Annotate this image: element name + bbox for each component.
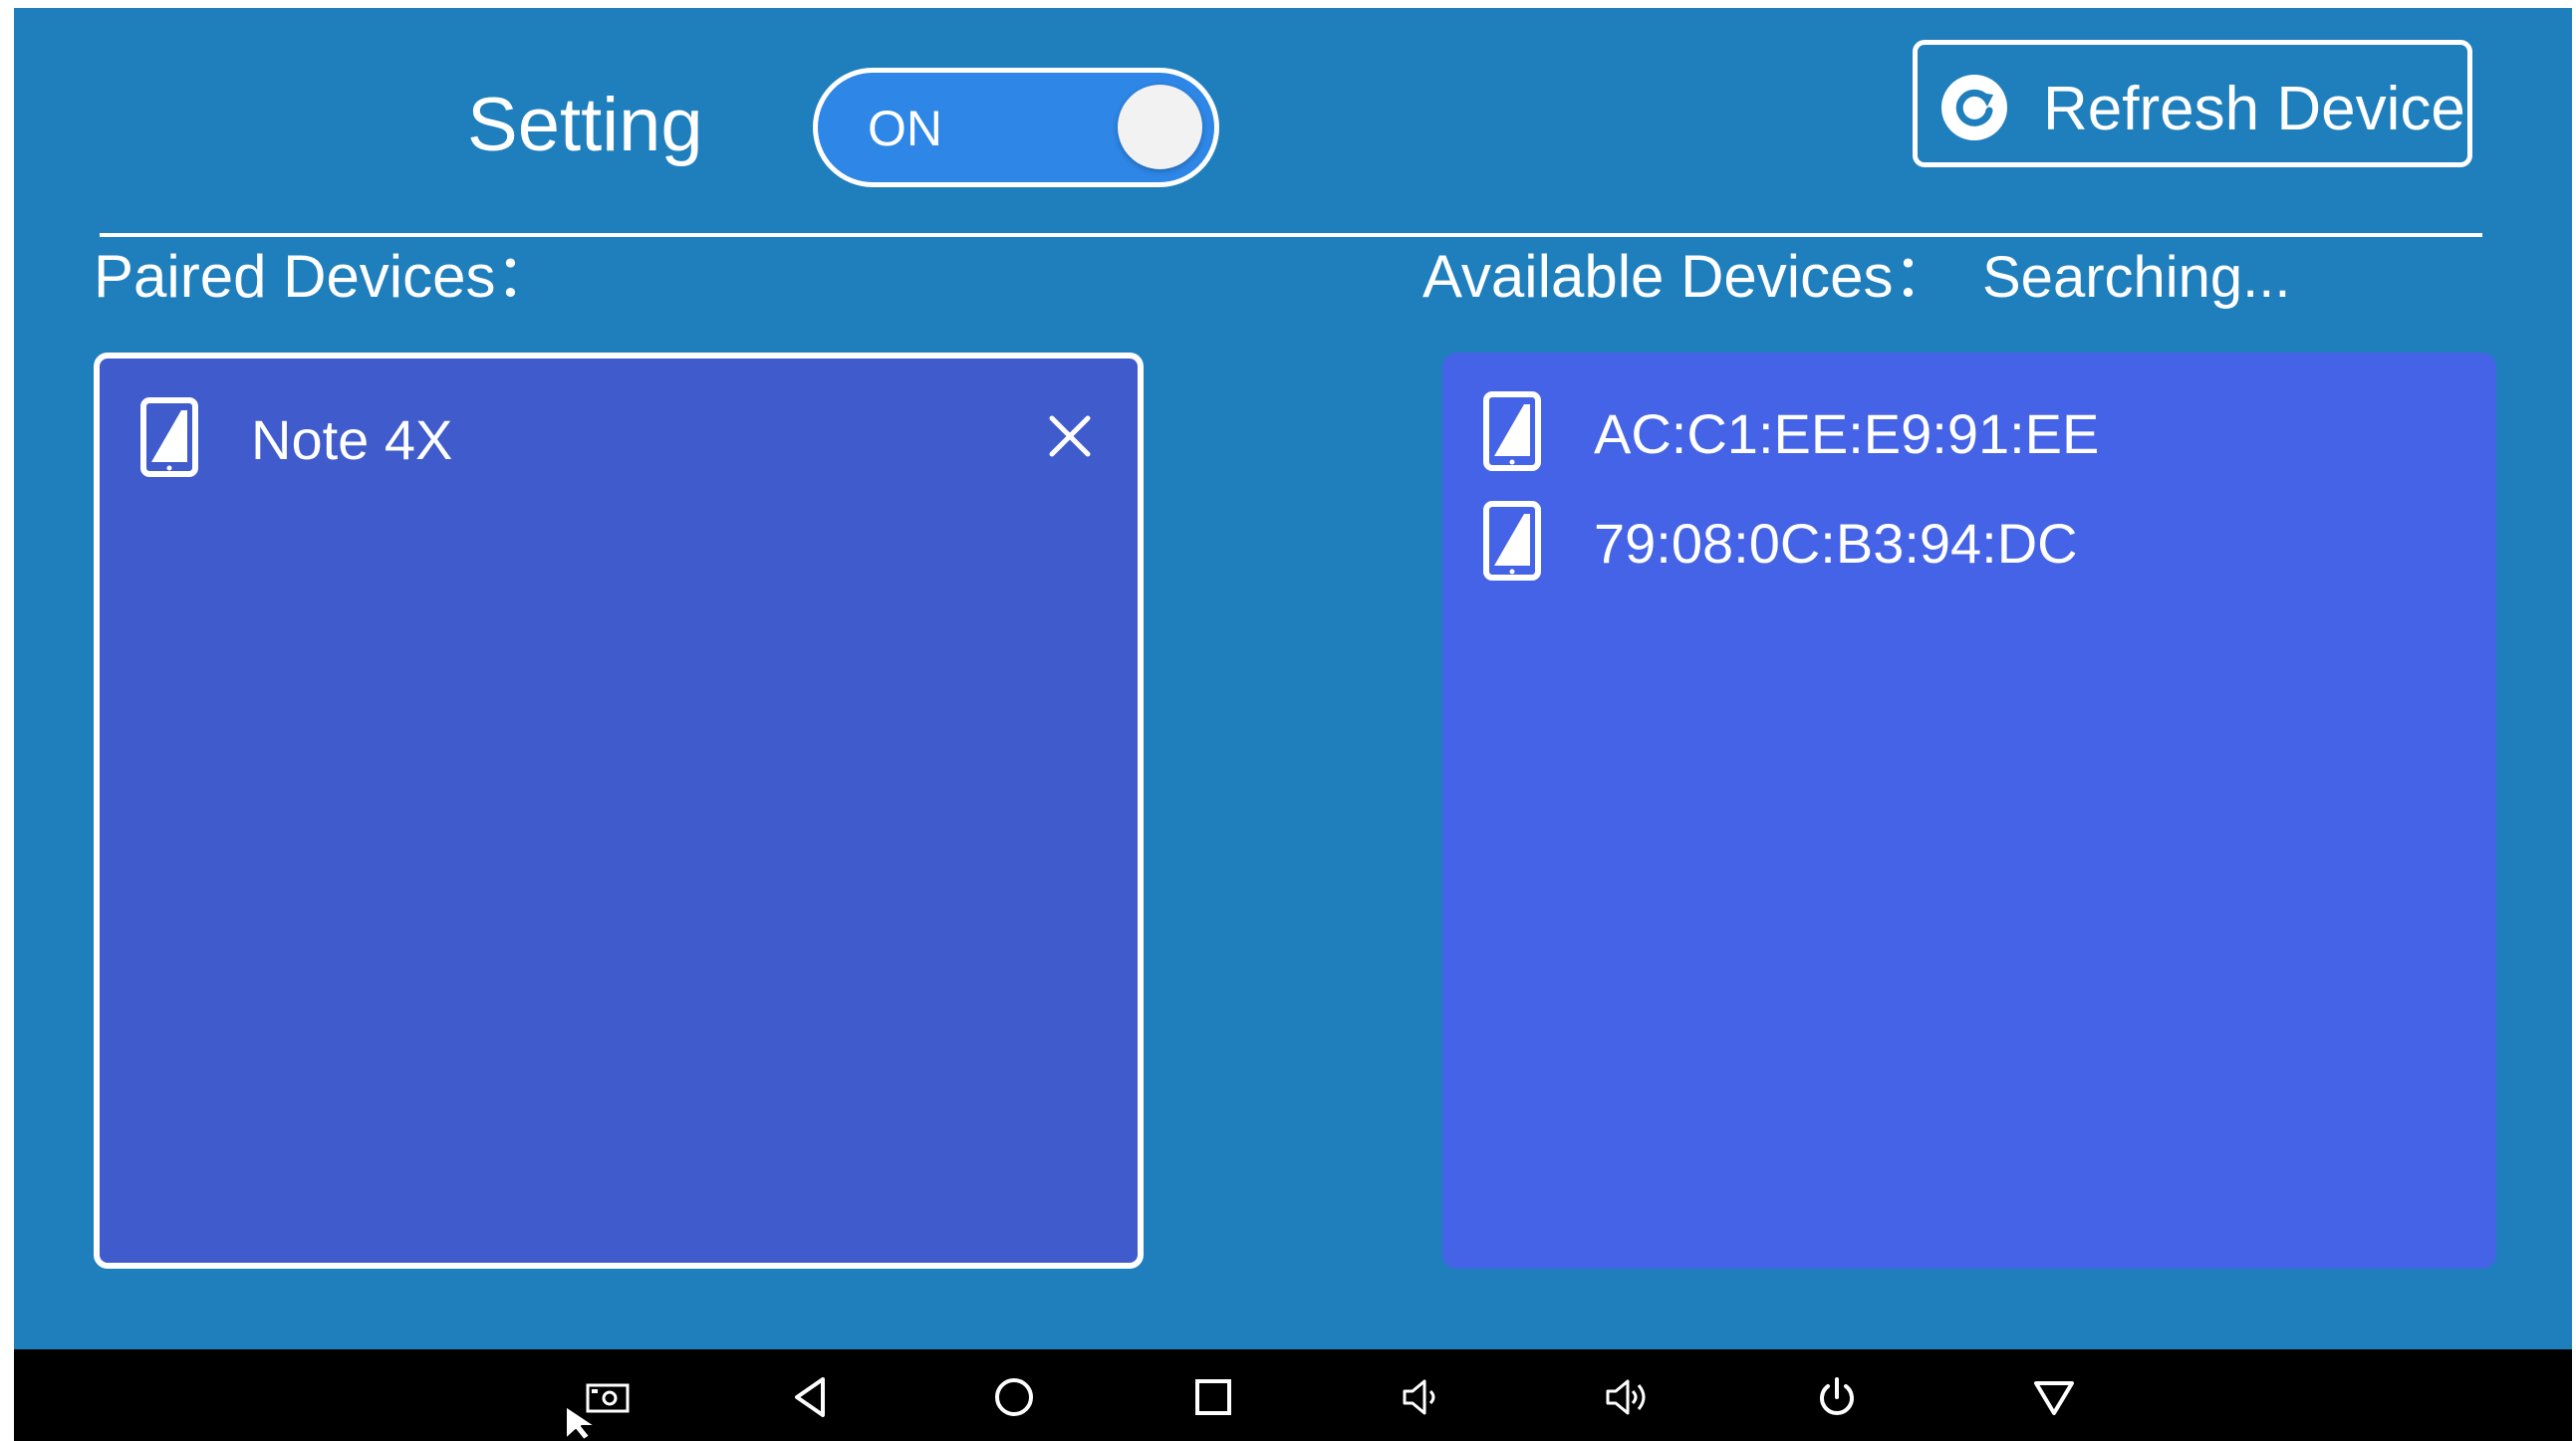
phone-icon: [1483, 391, 1541, 471]
paired-devices-label: Paired Devices：: [94, 243, 556, 310]
searching-status: Searching...: [1982, 245, 2291, 310]
phone-icon: [140, 397, 198, 477]
bluetooth-settings-screen: Setting ON Refresh Device Paired Devices…: [14, 8, 2572, 1441]
toggle-label: ON: [868, 101, 942, 156]
back-icon[interactable]: [787, 1373, 835, 1421]
available-devices-list: AC:C1:EE:E9:91:EE 79:08:0C:B3:94:DC: [1442, 353, 2496, 1269]
close-icon[interactable]: [1046, 412, 1094, 460]
device-name: Note 4X: [251, 408, 453, 471]
setting-toggle[interactable]: ON: [813, 68, 1219, 187]
home-icon[interactable]: [990, 1373, 1038, 1421]
available-device-item[interactable]: AC:C1:EE:E9:91:EE: [1442, 378, 2496, 478]
navigation-bar: [14, 1349, 2572, 1441]
available-devices-label: Available Devices：: [1422, 243, 1953, 310]
paired-device-item[interactable]: Note 4X: [100, 384, 1138, 484]
hide-navbar-icon[interactable]: [2030, 1373, 2078, 1421]
device-name: 79:08:0C:B3:94:DC: [1594, 512, 2078, 575]
mouse-cursor-icon: [565, 1405, 597, 1441]
toggle-knob: [1118, 85, 1202, 169]
refresh-device-button[interactable]: Refresh Device: [1913, 40, 2472, 167]
paired-devices-list: Note 4X: [94, 353, 1144, 1269]
volume-down-icon[interactable]: [1399, 1373, 1446, 1421]
phone-icon: [1483, 501, 1541, 581]
available-device-item[interactable]: 79:08:0C:B3:94:DC: [1442, 488, 2496, 588]
refresh-icon: [1941, 75, 2007, 140]
device-name: AC:C1:EE:E9:91:EE: [1594, 402, 2100, 465]
volume-up-icon[interactable]: [1604, 1373, 1652, 1421]
divider: [100, 233, 2482, 237]
power-icon[interactable]: [1813, 1373, 1861, 1421]
recents-icon[interactable]: [1189, 1373, 1237, 1421]
page-title: Setting: [467, 83, 703, 167]
refresh-device-label: Refresh Device: [2043, 75, 2465, 143]
